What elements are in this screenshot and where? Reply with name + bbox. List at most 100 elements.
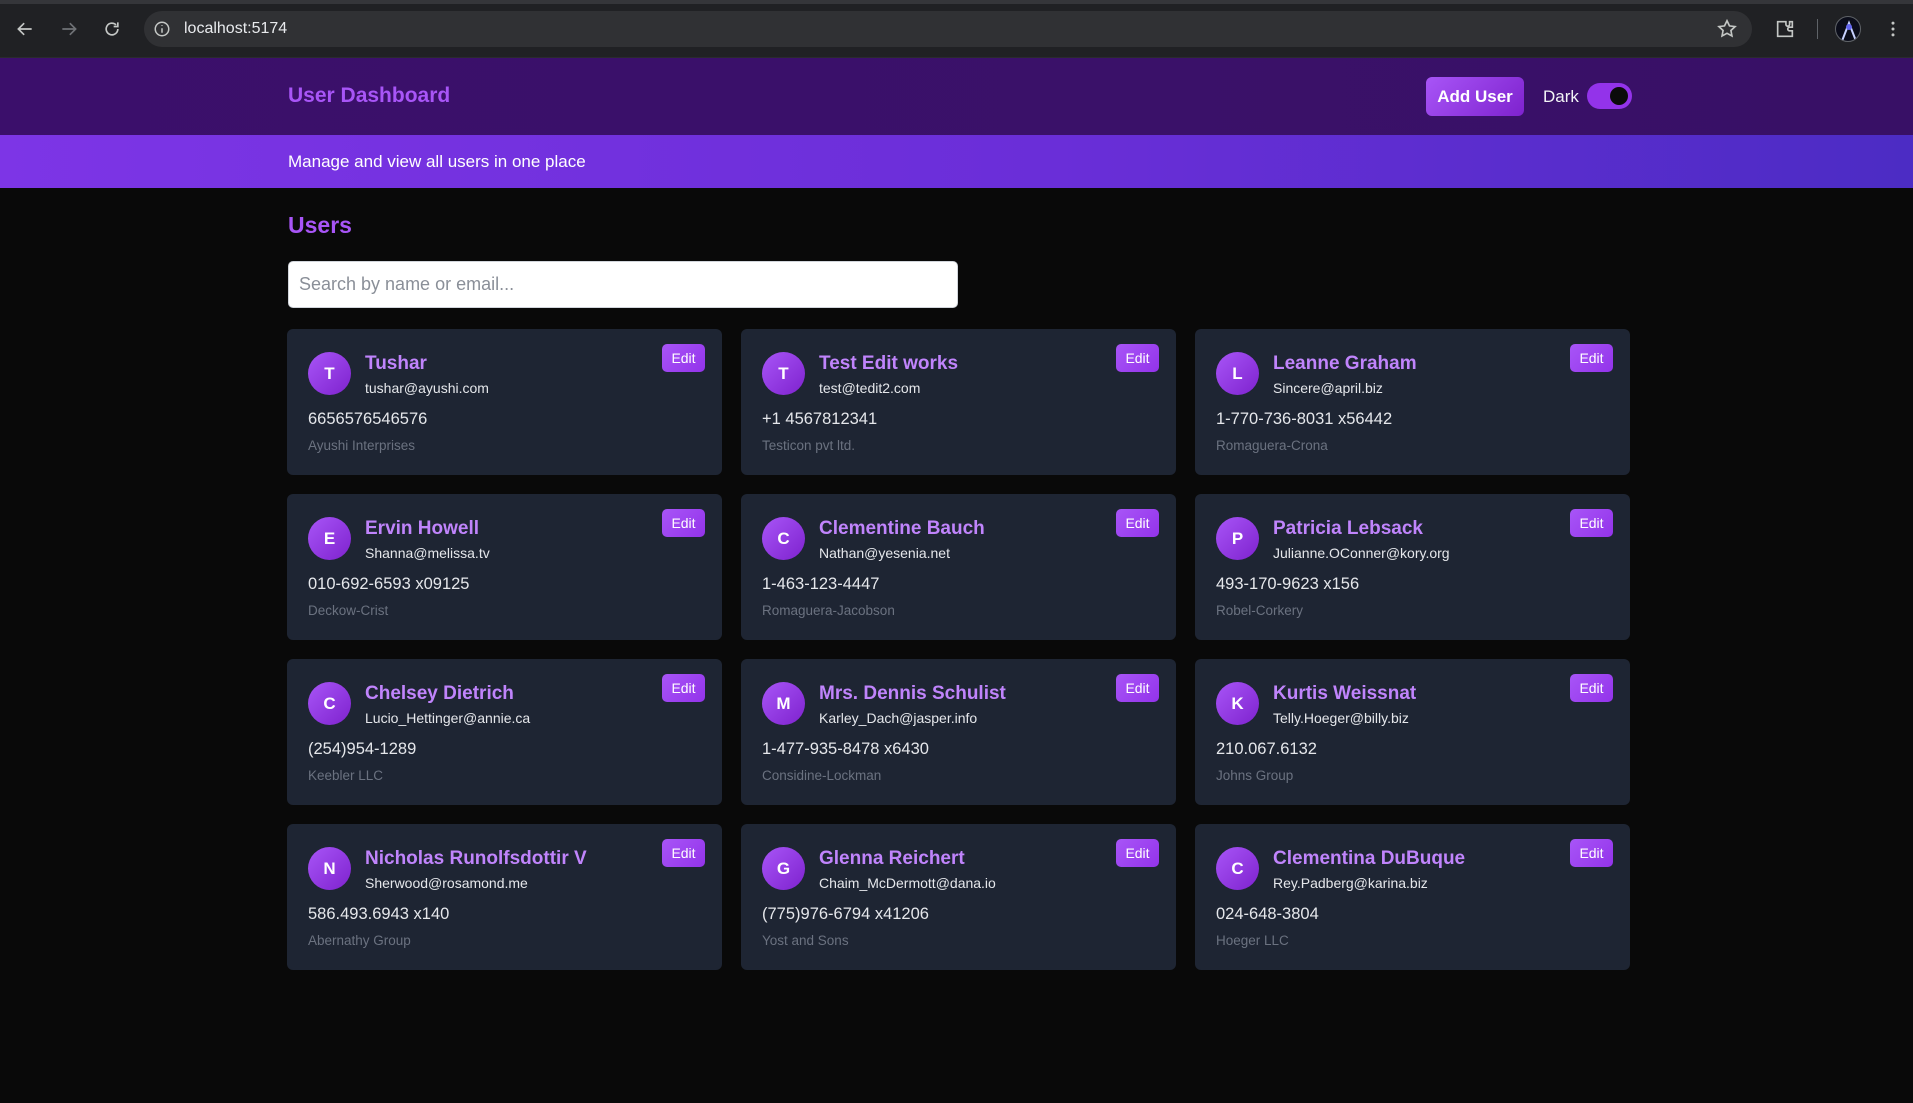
user-card-grid: T Tushar tushar@ayushi.com 6656576546576… <box>287 329 1631 970</box>
edit-button[interactable]: Edit <box>662 674 705 702</box>
user-company: Testicon pvt ltd. <box>762 438 856 453</box>
dark-mode-toggle[interactable] <box>1587 83 1632 109</box>
user-phone: 1-463-123-4447 <box>762 575 880 593</box>
user-phone: 586.493.6943 x140 <box>308 905 450 923</box>
address-bar[interactable]: localhost:5174 <box>144 11 1752 47</box>
user-email: Shanna@melissa.tv <box>365 545 490 561</box>
avatar: C <box>762 517 805 560</box>
avatar: K <box>1216 682 1259 725</box>
user-phone: (254)954-1289 <box>308 740 417 758</box>
toggle-knob <box>1610 87 1628 105</box>
section-title: Users <box>288 212 352 238</box>
subheader-text: Manage and view all users in one place <box>288 152 586 171</box>
forward-icon[interactable] <box>55 15 83 43</box>
user-card: C Clementine Bauch Nathan@yesenia.net 1-… <box>741 494 1176 640</box>
user-name: Ervin Howell <box>365 518 480 539</box>
edit-button[interactable]: Edit <box>1570 509 1613 537</box>
user-name: Nicholas Runolfsdottir V <box>365 848 587 869</box>
url-text: localhost:5174 <box>184 20 288 37</box>
user-card: L Leanne Graham Sincere@april.biz 1-770-… <box>1195 329 1630 475</box>
user-card: M Mrs. Dennis Schulist Karley_Dach@jaspe… <box>741 659 1176 805</box>
user-card: C Clementina DuBuque Rey.Padberg@karina.… <box>1195 824 1630 970</box>
profile-avatar-icon[interactable] <box>1835 16 1861 42</box>
edit-button[interactable]: Edit <box>1116 839 1159 867</box>
edit-button[interactable]: Edit <box>662 344 705 372</box>
edit-button[interactable]: Edit <box>662 839 705 867</box>
avatar: T <box>308 352 351 395</box>
user-name: Test Edit works <box>819 353 959 374</box>
user-email: Telly.Hoeger@billy.biz <box>1273 710 1409 726</box>
bookmark-star-icon[interactable] <box>1716 18 1738 40</box>
theme-label: Dark <box>1543 87 1579 106</box>
user-email: Sincere@april.biz <box>1273 380 1383 396</box>
user-name: Mrs. Dennis Schulist <box>819 683 1006 704</box>
user-phone: (775)976-6794 x41206 <box>762 905 929 923</box>
user-email: tushar@ayushi.com <box>365 380 489 396</box>
app-title[interactable]: User Dashboard <box>288 84 450 108</box>
user-name: Leanne Graham <box>1273 353 1417 374</box>
user-company: Keebler LLC <box>308 768 384 783</box>
user-email: test@tedit2.com <box>819 380 921 396</box>
avatar: G <box>762 847 805 890</box>
user-phone: 210.067.6132 <box>1216 740 1317 758</box>
user-company: Deckow-Crist <box>308 603 389 618</box>
avatar: N <box>308 847 351 890</box>
user-card: T Tushar tushar@ayushi.com 6656576546576… <box>287 329 722 475</box>
user-company: Romaguera-Crona <box>1216 438 1328 453</box>
edit-button[interactable]: Edit <box>1570 674 1613 702</box>
user-email: Lucio_Hettinger@annie.ca <box>365 710 531 726</box>
user-email: Nathan@yesenia.net <box>819 545 950 561</box>
back-icon[interactable] <box>11 15 39 43</box>
user-phone: 1-477-935-8478 x6430 <box>762 740 929 758</box>
user-company: Considine-Lockman <box>762 768 882 783</box>
edit-button[interactable]: Edit <box>662 509 705 537</box>
user-name: Clementina DuBuque <box>1273 848 1466 869</box>
user-email: Chaim_McDermott@dana.io <box>819 875 996 891</box>
user-company: Yost and Sons <box>762 933 849 948</box>
user-card: C Chelsey Dietrich Lucio_Hettinger@annie… <box>287 659 722 805</box>
user-name: Clementine Bauch <box>819 518 985 539</box>
extensions-icon[interactable] <box>1770 14 1800 44</box>
browser-toolbar: localhost:5174 <box>0 0 1913 58</box>
user-company: Hoeger LLC <box>1216 933 1289 948</box>
add-user-button[interactable]: Add User <box>1426 77 1524 116</box>
user-phone: 1-770-736-8031 x56442 <box>1216 410 1393 428</box>
user-phone: 493-170-9623 x156 <box>1216 575 1360 593</box>
user-company: Romaguera-Jacobson <box>762 603 895 618</box>
user-card: T Test Edit works test@tedit2.com +1 456… <box>741 329 1176 475</box>
edit-button[interactable]: Edit <box>1116 344 1159 372</box>
avatar: M <box>762 682 805 725</box>
user-name: Patricia Lebsack <box>1273 518 1423 539</box>
user-name: Kurtis Weissnat <box>1273 683 1417 704</box>
user-phone: 024-648-3804 <box>1216 905 1319 923</box>
edit-button[interactable]: Edit <box>1570 839 1613 867</box>
avatar: C <box>1216 847 1259 890</box>
reload-icon[interactable] <box>98 15 126 43</box>
user-card: G Glenna Reichert Chaim_McDermott@dana.i… <box>741 824 1176 970</box>
site-info-icon[interactable] <box>150 17 174 41</box>
user-phone: 6656576546576 <box>308 410 428 428</box>
avatar: L <box>1216 352 1259 395</box>
user-email: Rey.Padberg@karina.biz <box>1273 875 1428 891</box>
user-email: Julianne.OConner@kory.org <box>1273 545 1450 561</box>
edit-button[interactable]: Edit <box>1116 674 1159 702</box>
user-name: Tushar <box>365 353 427 374</box>
user-card: P Patricia Lebsack Julianne.OConner@kory… <box>1195 494 1630 640</box>
user-name: Glenna Reichert <box>819 848 965 869</box>
user-email: Karley_Dach@jasper.info <box>819 710 978 726</box>
toolbar-separator <box>1817 19 1818 39</box>
subheader-banner <box>0 135 1913 188</box>
avatar: T <box>762 352 805 395</box>
edit-button[interactable]: Edit <box>1570 344 1613 372</box>
tab-strip <box>0 0 1913 4</box>
user-company: Johns Group <box>1216 768 1294 783</box>
user-company: Robel-Corkery <box>1216 603 1304 618</box>
search-input[interactable] <box>288 261 958 308</box>
browser-menu-icon[interactable] <box>1878 14 1908 44</box>
user-phone: 010-692-6593 x09125 <box>308 575 470 593</box>
user-card: N Nicholas Runolfsdottir V Sherwood@rosa… <box>287 824 722 970</box>
user-company: Ayushi Interprises <box>308 438 416 453</box>
edit-button[interactable]: Edit <box>1116 509 1159 537</box>
user-card: E Ervin Howell Shanna@melissa.tv 010-692… <box>287 494 722 640</box>
user-company: Abernathy Group <box>308 933 411 948</box>
